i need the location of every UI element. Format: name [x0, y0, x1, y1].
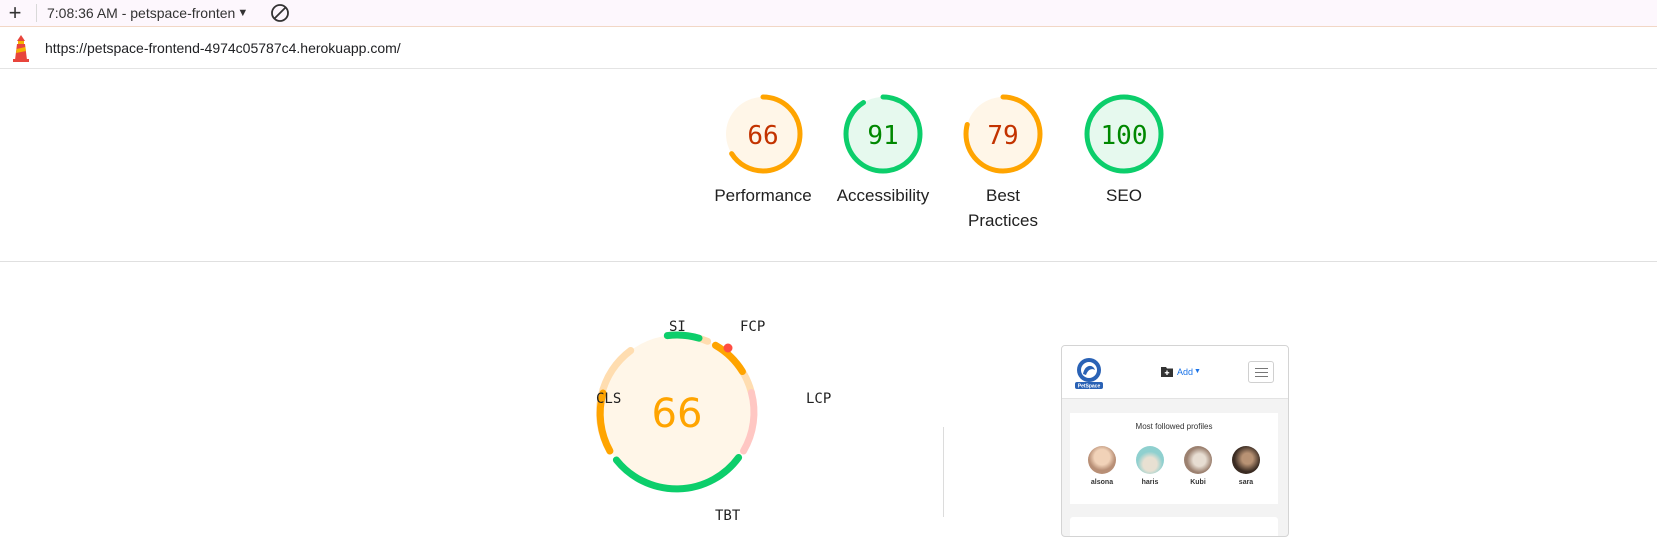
lcp-indicator-dot: [723, 343, 733, 353]
next-card: [1070, 517, 1278, 536]
screenshot-navbar: PetSpace Add ▼: [1062, 346, 1288, 399]
page-url[interactable]: https://petspace-frontend-4974c05787c4.h…: [45, 40, 401, 56]
metric-label-lcp[interactable]: LCP: [806, 391, 831, 407]
add-caret-icon: ▼: [1194, 368, 1201, 375]
report-selector[interactable]: 7:08:36 AM - petspace-fronten: [47, 5, 235, 21]
caret-down-icon[interactable]: ▼: [237, 7, 248, 19]
performance-score: 66: [747, 121, 778, 151]
performance-label: Performance: [714, 186, 812, 205]
best-practices-score-ring: 79: [963, 94, 1043, 174]
petspace-logo: PetSpace: [1074, 356, 1104, 390]
performance-metrics-gauge: 66 SI FCP LCP TBT CLS: [587, 304, 831, 524]
profile-item[interactable]: sara: [1226, 446, 1266, 486]
metric-label-cls[interactable]: CLS: [596, 391, 621, 407]
plus-icon[interactable]: +: [0, 0, 30, 26]
performance-gauge[interactable]: 66 Performance: [708, 92, 818, 208]
avatar: [1136, 446, 1164, 474]
toolbar-divider: [36, 4, 37, 22]
final-screenshot[interactable]: PetSpace Add ▼ Most followed profiles al…: [1061, 345, 1289, 537]
profile-name: alsona: [1090, 479, 1114, 486]
svg-text:PetSpace: PetSpace: [1078, 384, 1101, 390]
accessibility-gauge[interactable]: 91 Accessibility: [828, 92, 938, 208]
profile-name: sara: [1238, 479, 1254, 486]
hamburger-menu-icon[interactable]: [1248, 361, 1274, 383]
add-menu[interactable]: Add ▼: [1161, 366, 1201, 377]
most-followed-card: Most followed profiles alsona haris Kubi…: [1070, 413, 1278, 504]
metric-label-tbt[interactable]: TBT: [715, 508, 740, 524]
section-divider: [0, 261, 1657, 262]
seo-score: 100: [1101, 121, 1148, 151]
accessibility-score: 91: [867, 121, 898, 151]
seo-score-ring: 100: [1084, 94, 1164, 174]
best-practices-gauge[interactable]: 79 Best Practices: [948, 92, 1058, 233]
accessibility-score-ring: 91: [843, 94, 923, 174]
avatar: [1232, 446, 1260, 474]
add-label: Add: [1177, 366, 1194, 377]
profile-list: alsona haris Kubi sara: [1070, 446, 1278, 486]
performance-metrics-score: 66: [652, 391, 703, 437]
vertical-divider: [943, 427, 944, 517]
seo-label: SEO: [1106, 186, 1142, 205]
profile-item[interactable]: haris: [1130, 446, 1170, 486]
profile-name: haris: [1141, 479, 1159, 486]
accessibility-label: Accessibility: [836, 186, 930, 205]
metric-label-si[interactable]: SI: [669, 319, 686, 335]
url-bar: https://petspace-frontend-4974c05787c4.h…: [0, 27, 1657, 69]
performance-score-ring: 66: [723, 94, 803, 174]
block-icon[interactable]: [268, 1, 292, 25]
best-practices-label: Best Practices: [968, 186, 1038, 230]
avatar: [1184, 446, 1212, 474]
profile-item[interactable]: Kubi: [1178, 446, 1218, 486]
avatar: [1088, 446, 1116, 474]
lighthouse-icon: [8, 33, 34, 63]
profile-name: Kubi: [1190, 479, 1206, 486]
most-followed-title: Most followed profiles: [1135, 422, 1213, 431]
add-folder-icon: [1161, 367, 1173, 377]
report-toolbar: + 7:08:36 AM - petspace-fronten ▼: [0, 0, 1657, 27]
profile-item[interactable]: alsona: [1082, 446, 1122, 486]
best-practices-score: 79: [987, 121, 1018, 151]
metric-label-fcp[interactable]: FCP: [740, 319, 765, 335]
seo-gauge[interactable]: 100 SEO: [1069, 92, 1179, 208]
